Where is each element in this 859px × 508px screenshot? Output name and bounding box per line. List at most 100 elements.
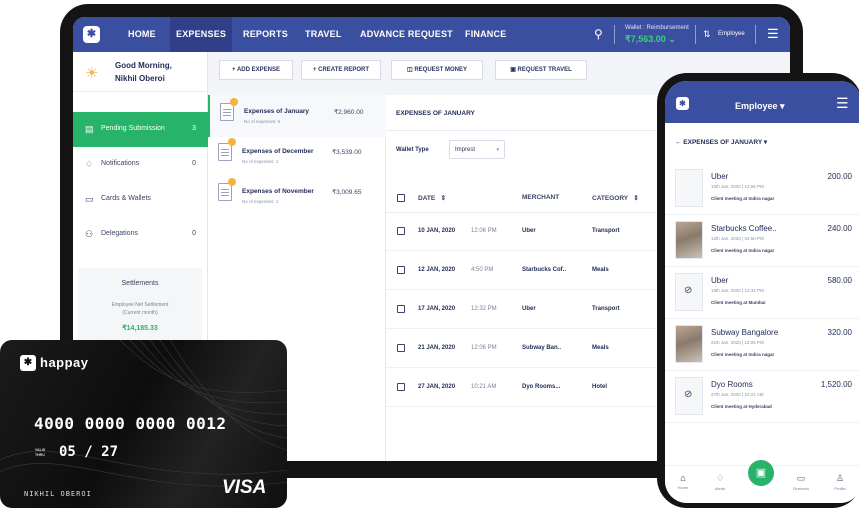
- expense-group-amount: ₹2,960.00: [334, 109, 364, 116]
- happay-logo-icon: ✱: [20, 355, 36, 371]
- wallet-label: Wallet : Reimbursement: [625, 25, 689, 31]
- expense-group-december[interactable]: Expenses of December No of expenses: 1 ₹…: [208, 135, 386, 177]
- sidebar-item-cards-wallets[interactable]: ▭ Cards & Wallets: [73, 182, 208, 217]
- tab-finances[interactable]: ▭ Finances: [786, 473, 816, 491]
- sort-icon: ⇕: [440, 195, 447, 202]
- nav-travel[interactable]: TRAVEL: [305, 17, 342, 52]
- happay-logo-icon[interactable]: ✱: [676, 97, 689, 110]
- cell-time: 12:32 PM: [471, 306, 497, 312]
- expense-amount: 320.00: [827, 328, 852, 337]
- sidebar-item-pending-submission[interactable]: ▤ Pending Submission 3: [73, 112, 208, 147]
- list-item[interactable]: ⊘ Dyo Rooms 27th Jan, 2020 | 10:21 AM Cl…: [665, 371, 859, 423]
- cell-merchant: Subway Ban..: [522, 345, 562, 351]
- sidebar-item-label: Notifications: [101, 160, 140, 167]
- settlements-subtitle: Employee Net Settlement: [111, 302, 169, 308]
- divider: [695, 25, 696, 44]
- row-checkbox[interactable]: [397, 266, 405, 274]
- row-checkbox[interactable]: [397, 344, 405, 352]
- list-item[interactable]: Subway Bangalore 21th Jan, 2020 | 12:06 …: [665, 319, 859, 371]
- employee-switch[interactable]: Employee: [718, 31, 745, 37]
- wallet-value[interactable]: ₹7,563.00 ⌄: [625, 34, 676, 45]
- wallet-type-select[interactable]: Imprest ▾: [449, 140, 505, 159]
- switch-icon[interactable]: ⇅: [703, 29, 711, 40]
- select-all-checkbox[interactable]: [397, 194, 405, 202]
- cell-merchant: Uber: [522, 228, 536, 234]
- cell-merchant: Dyo Rooms...: [522, 384, 561, 390]
- receipt-thumbnail: [675, 325, 703, 363]
- receipt-thumbnail: [675, 221, 703, 259]
- nav-reports[interactable]: REPORTS: [243, 17, 288, 52]
- nav-finance[interactable]: FINANCE: [465, 17, 506, 52]
- coin-icon: [228, 138, 236, 146]
- attachment-icon: ⊘: [684, 389, 693, 400]
- happay-logo-icon[interactable]: ✱: [83, 26, 100, 43]
- cell-category: Transport: [592, 306, 620, 312]
- expense-group-name: Expenses of December: [242, 148, 314, 155]
- cell-category: Meals: [592, 267, 609, 273]
- bell-icon: ♢: [85, 159, 94, 169]
- expense-group-january[interactable]: Expenses of January No of expenses: 5 ₹2…: [208, 95, 386, 137]
- tab-alerts[interactable]: ♢ Alerts: [705, 473, 735, 491]
- back-breadcrumb[interactable]: ← EXPENSES OF JANUARY ▾: [675, 138, 767, 146]
- row-checkbox[interactable]: [397, 305, 405, 313]
- expense-group-count: No of expenses: 1: [242, 159, 279, 164]
- add-expense-button[interactable]: + ADD EXPENSE: [219, 60, 293, 80]
- sidebar-item-label: Delegations: [101, 230, 138, 237]
- camera-button[interactable]: ▣: [748, 460, 774, 486]
- home-icon: ⌂: [680, 473, 686, 483]
- cell-time: 12:06 PM: [471, 228, 497, 234]
- list-item[interactable]: Uber 10th Jan, 2020 | 12:06 PM Client me…: [665, 163, 859, 215]
- card-expiry: 05 / 27: [59, 444, 119, 460]
- expense-group-name: Expenses of November: [242, 188, 314, 195]
- request-money-button[interactable]: ◫ REQUEST MONEY: [391, 60, 483, 80]
- panel-title: EXPENSES OF JANUARY: [396, 110, 475, 117]
- nav-advance-request[interactable]: ADVANCE REQUEST: [360, 17, 453, 52]
- request-travel-button[interactable]: ▣ REQUEST TRAVEL: [495, 60, 587, 80]
- chevron-down-icon: ⌄: [668, 34, 676, 44]
- cell-time: 4:50 PM: [471, 267, 494, 273]
- tab-profile[interactable]: ♙ Profile: [825, 473, 855, 491]
- column-header-merchant[interactable]: MERCHANT: [522, 194, 559, 201]
- tab-home[interactable]: ⌂ Home: [668, 473, 698, 490]
- card-number: 4000 0000 0000 0012: [34, 414, 227, 433]
- list-item[interactable]: ⊘ Uber 19th Jan, 2020 | 12:32 PM Client …: [665, 267, 859, 319]
- sidebar-item-notifications[interactable]: ♢ Notifications 0: [73, 147, 208, 182]
- cell-date: 27 JAN, 2020: [418, 384, 456, 390]
- menu-icon[interactable]: ☰: [767, 26, 779, 42]
- expense-note: Client meeting at Indira nagar: [711, 196, 775, 201]
- sidebar-item-delegations[interactable]: ⚇ Delegations 0: [73, 217, 208, 252]
- list-item[interactable]: Starbucks Coffee.. 12th Jan, 2020 | 04:5…: [665, 215, 859, 267]
- expense-amount: 1,520.00: [820, 380, 852, 389]
- expense-date: 19th Jan, 2020 | 12:32 PM: [711, 288, 764, 293]
- cell-merchant: Starbucks Cof..: [522, 267, 567, 273]
- wallet-type-label: Wallet Type: [396, 147, 429, 153]
- column-header-date[interactable]: DATE ⇕: [418, 194, 446, 202]
- user-icon: ♙: [835, 473, 845, 483]
- expense-group-amount: ₹3,009.65: [332, 189, 362, 196]
- nav-expenses[interactable]: EXPENSES: [170, 17, 233, 52]
- merchant-name: Subway Bangalore: [711, 328, 779, 337]
- briefcase-icon: ▣: [510, 67, 518, 73]
- phone-header: ✱ Employee ▾ ☰: [665, 81, 859, 123]
- expense-date: 10th Jan, 2020 | 12:06 PM: [711, 184, 764, 189]
- row-checkbox[interactable]: [397, 227, 405, 235]
- expense-group-amount: ₹3,539.00: [332, 149, 362, 156]
- expense-amount: 240.00: [827, 224, 852, 233]
- sidebar-item-count: 0: [192, 230, 196, 237]
- document-icon: ▤: [85, 124, 94, 134]
- merchant-name: Dyo Rooms: [711, 380, 753, 389]
- sort-icon: ⇕: [633, 195, 639, 202]
- row-checkbox[interactable]: [397, 383, 405, 391]
- expense-note: Client meeting at Mumbai: [711, 300, 766, 305]
- expense-group-november[interactable]: Expenses of November No of expenses: 1 ₹…: [208, 175, 386, 217]
- divider: [755, 25, 756, 44]
- nav-home[interactable]: HOME: [128, 17, 156, 52]
- merchant-name: Uber: [711, 172, 729, 181]
- create-report-button[interactable]: + CREATE REPORT: [301, 60, 381, 80]
- card-holder: NIKHIL OBEROI: [24, 490, 92, 498]
- role-switcher[interactable]: Employee ▾: [735, 101, 785, 112]
- search-icon[interactable]: ⚲: [594, 27, 608, 41]
- menu-icon[interactable]: ☰: [836, 95, 849, 112]
- expense-amount: 580.00: [827, 276, 852, 285]
- column-header-category[interactable]: CATEGORY ⇕: [592, 194, 639, 202]
